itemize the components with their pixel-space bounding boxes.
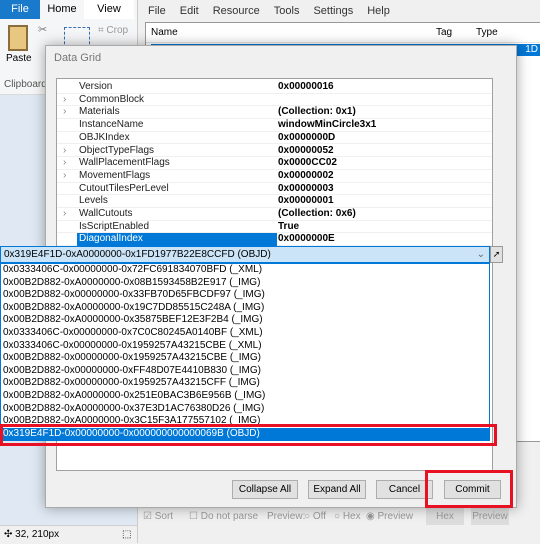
collapse-all-button[interactable]: Collapse All (232, 480, 298, 499)
do-not-parse-checkbox[interactable]: ☐ Do not parse (189, 511, 258, 523)
dropdown-item[interactable]: 0x0333406C-0x00000000-0x1959257A43215CBE… (1, 340, 489, 353)
preview-label: Preview: (267, 511, 306, 522)
property-row[interactable]: › WallCutouts (Collection: 0x6) (57, 208, 492, 221)
dropdown-list[interactable]: 0x0333406C-0x00000000-0x72FC691834070BFD… (0, 263, 490, 441)
chevron-down-icon[interactable]: ⌄ (477, 247, 485, 262)
sort-checkbox[interactable]: ☑ Sort (143, 511, 173, 523)
property-value: (Collection: 0x1) (278, 106, 356, 118)
expand-chevron-icon[interactable]: › (63, 94, 66, 107)
property-row[interactable]: › Materials (Collection: 0x1) (57, 106, 492, 120)
dropdown-item[interactable]: 0x00B2D882-0xA0000000-0x19C7DD85515C248A… (1, 302, 489, 315)
menu-tools[interactable]: Tools (274, 5, 300, 17)
dropdown-item[interactable]: 0x00B2D882-0xA0000000-0x251E0BAC3B6E956B… (1, 390, 489, 403)
selection-size-icon: ⬚ (122, 529, 132, 540)
dropdown-item[interactable]: 0x00B2D882-0xA0000000-0x08B1593458B2E917… (1, 277, 489, 290)
tab-home[interactable]: Home (40, 0, 84, 19)
property-row[interactable]: Version 0x00000016 (57, 81, 492, 94)
property-value: 0x00000002 (278, 169, 334, 181)
paste-button[interactable]: Paste (6, 53, 32, 64)
property-name: Levels (79, 195, 108, 207)
expand-chevron-icon[interactable]: › (63, 170, 66, 183)
diagonal-index-combobox[interactable]: 0x319E4F1D-0xA0000000-0x1FD1977B22E8CCFD… (0, 246, 490, 263)
property-name: InstanceName (79, 119, 144, 131)
menu-bar: File Edit Resource Tools Settings Help (148, 5, 404, 17)
expand-chevron-icon[interactable]: › (63, 208, 66, 221)
property-name: WallCutouts (79, 208, 133, 219)
property-name: IsScriptEnabled (79, 220, 150, 232)
menu-help[interactable]: Help (367, 5, 390, 17)
property-name: OBJKIndex (79, 131, 130, 143)
dropdown-item[interactable]: 0x00B2D882-0x00000000-0x33FB70D65FBCDF97… (1, 289, 489, 302)
dialog-title: Data Grid (54, 52, 102, 64)
menu-resource[interactable]: Resource (213, 5, 260, 17)
property-row[interactable]: › MovementFlags 0x00000002 (57, 170, 492, 183)
expand-chevron-icon[interactable]: › (63, 106, 66, 119)
expand-chevron-icon[interactable]: › (63, 145, 66, 158)
dropdown-item[interactable]: 0x00B2D882-0x00000000-0x1959257A43215CBE… (1, 352, 489, 365)
hex-button[interactable]: Hex (426, 508, 464, 525)
property-row[interactable]: › ObjectTypeFlags 0x00000052 (57, 145, 492, 158)
property-value: 0x0000000D (278, 131, 336, 143)
property-value: 0x00000052 (278, 144, 334, 156)
property-value: 0x0000CC02 (278, 157, 337, 169)
commit-highlight (425, 470, 513, 508)
property-row[interactable]: Levels 0x00000001 (57, 195, 492, 208)
expand-chevron-icon[interactable]: › (63, 157, 66, 170)
property-value: (Collection: 0x6) (278, 208, 356, 219)
property-value: 0x0000000E (278, 233, 335, 245)
property-value: 0x00000016 (278, 81, 334, 92)
dropdown-item[interactable]: 0x0333406C-0x00000000-0x72FC691834070BFD… (1, 264, 489, 277)
property-name: CommonBlock (79, 93, 145, 105)
expand-all-button[interactable]: Expand All (308, 480, 366, 499)
preview-button[interactable]: Preview (471, 508, 509, 525)
property-name: MovementFlags (79, 169, 151, 181)
selected-item-highlight (0, 424, 497, 446)
property-name: WallPlacementFlags (79, 157, 170, 169)
clipboard-group-label: Clipboard (4, 79, 47, 90)
property-value: windowMinCircle3x1 (278, 119, 377, 131)
cut-icon[interactable]: ✂ (38, 23, 47, 36)
property-name: DiagonalIndex (77, 233, 277, 247)
property-row[interactable]: DiagonalIndex 0x0000000E (57, 233, 492, 247)
column-tag[interactable]: Tag (436, 27, 452, 38)
property-row[interactable]: InstanceName windowMinCircle3x1 (57, 119, 492, 132)
menu-settings[interactable]: Settings (313, 5, 353, 17)
property-row[interactable]: › CommonBlock (57, 94, 492, 107)
property-row[interactable]: OBJKIndex 0x0000000D (57, 132, 492, 145)
dropdown-item[interactable]: 0x00B2D882-0xA0000000-0x35875BEF12E3F2B4… (1, 314, 489, 327)
tab-file[interactable]: File (0, 0, 40, 19)
status-bar: ✣ 32, 210px ⬚ (0, 525, 137, 543)
property-name: CutoutTilesPerLevel (79, 182, 169, 194)
property-row[interactable]: IsScriptEnabled True (57, 221, 492, 234)
property-row[interactable]: › WallPlacementFlags 0x0000CC02 (57, 157, 492, 170)
property-value: 0x00000001 (278, 195, 334, 207)
property-name: Materials (79, 106, 120, 118)
list-header: Name Tag Type (146, 23, 540, 43)
column-name[interactable]: Name (151, 27, 178, 38)
radio-off[interactable]: ○ Off (304, 511, 326, 523)
paste-icon[interactable] (8, 25, 28, 51)
menu-file[interactable]: File (148, 5, 166, 17)
property-row[interactable]: CutoutTilesPerLevel 0x00000003 (57, 183, 492, 196)
property-value: True (278, 220, 300, 232)
dropdown-item[interactable]: 0x0333406C-0x00000000-0x7C0C80245A0140BF… (1, 327, 489, 340)
dropdown-item[interactable]: 0x00B2D882-0x00000000-0xFF48D07E4410B830… (1, 365, 489, 378)
property-name: Version (79, 81, 113, 92)
radio-preview[interactable]: ◉ Preview (366, 511, 413, 523)
dropdown-item[interactable]: 0x00B2D882-0xA0000000-0x37E3D1AC76380D26… (1, 403, 489, 416)
property-value: 0x00000003 (278, 182, 334, 194)
move-icon: ✣ (4, 529, 16, 540)
crop-button[interactable]: ⌗ Crop (98, 25, 128, 36)
radio-hex[interactable]: ○ Hex (334, 511, 361, 523)
dropdown-item[interactable]: 0x00B2D882-0x00000000-0x1959257A43215CFF… (1, 377, 489, 390)
tab-view[interactable]: View (84, 0, 134, 19)
open-reference-button[interactable]: ➚ (490, 246, 503, 263)
arrow-up-right-icon: ➚ (492, 249, 501, 259)
column-type[interactable]: Type (476, 27, 498, 38)
menu-edit[interactable]: Edit (180, 5, 199, 17)
property-name: ObjectTypeFlags (79, 144, 155, 156)
